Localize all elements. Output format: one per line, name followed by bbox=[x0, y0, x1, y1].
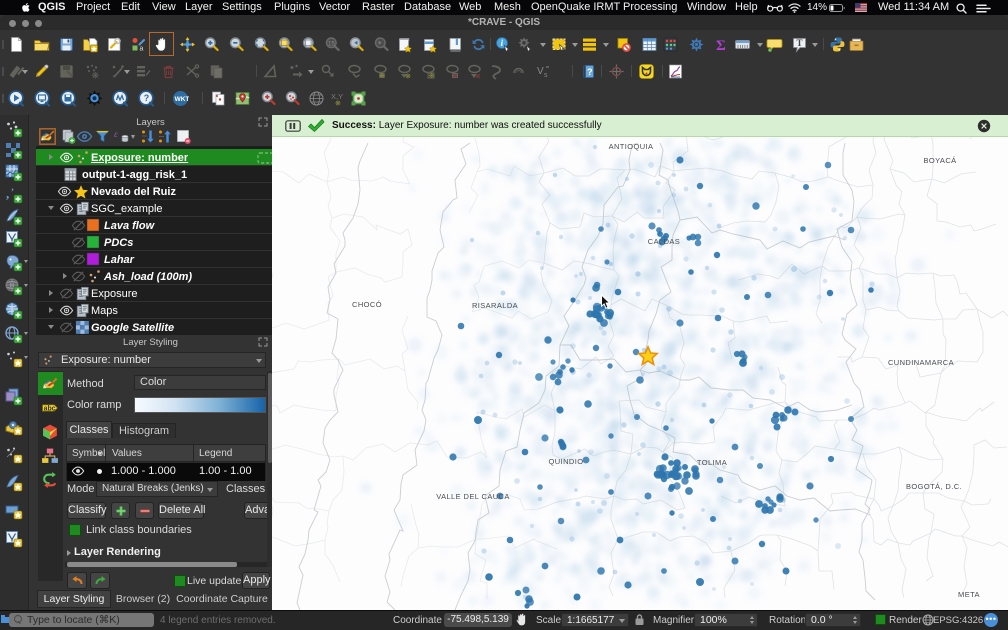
svg-text:15: 15 bbox=[328, 41, 335, 47]
svg-text:❋: ❋ bbox=[429, 72, 435, 80]
svg-text:?: ? bbox=[587, 67, 593, 77]
svg-text:,: , bbox=[6, 186, 9, 201]
svg-text:WKT: WKT bbox=[175, 96, 189, 103]
svg-text:❋: ❋ bbox=[379, 72, 385, 80]
svg-text:ε: ε bbox=[114, 129, 118, 139]
svg-text:Σ: Σ bbox=[716, 38, 726, 53]
svg-text:❋: ❋ bbox=[405, 73, 411, 81]
svg-text:?: ? bbox=[144, 93, 150, 103]
svg-text:❋: ❋ bbox=[92, 71, 100, 81]
svg-text:abc: abc bbox=[44, 406, 56, 413]
svg-text:’: ’ bbox=[11, 187, 14, 197]
svg-text:❋: ❋ bbox=[335, 100, 341, 108]
svg-text:s: s bbox=[544, 72, 548, 79]
svg-text:a: a bbox=[140, 46, 144, 53]
svg-text:V: V bbox=[537, 66, 544, 77]
svg-text:T: T bbox=[797, 38, 803, 48]
